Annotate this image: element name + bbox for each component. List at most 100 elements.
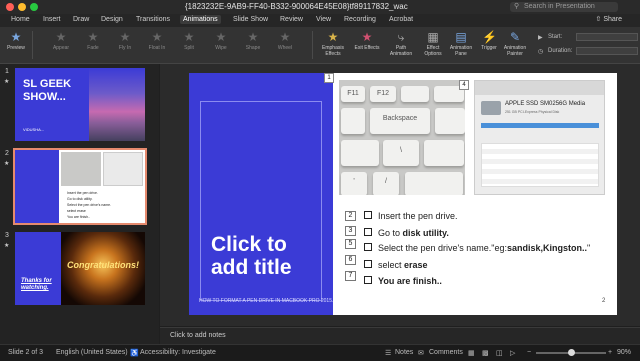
zoom-window-button[interactable]: [30, 3, 38, 11]
tab-view[interactable]: View: [313, 15, 334, 24]
step-3[interactable]: Select the pen drive's name."eg:sandisk,…: [364, 243, 590, 253]
ribbon-tabs: Home Insert Draw Design Transitions Anim…: [0, 14, 640, 27]
preview-button[interactable]: ★ Preview: [3, 30, 29, 60]
tab-insert[interactable]: Insert: [40, 15, 64, 24]
start-label: Start:: [548, 34, 563, 40]
notes-button[interactable]: Notes: [395, 349, 413, 356]
notes-pane[interactable]: Click to add notes: [160, 327, 640, 345]
comments-button[interactable]: Comments: [429, 349, 463, 356]
start-dropdown[interactable]: [576, 33, 638, 41]
divider: [32, 31, 33, 59]
comments-icon: ✉: [418, 350, 424, 357]
path-animation-button[interactable]: ⤷ Path Animation: [388, 30, 414, 60]
emphasis-effects-button[interactable]: ★ Emphasis Effects: [320, 30, 346, 60]
animation-order-badge: 4: [459, 80, 469, 90]
slide-title-placeholder[interactable]: Click to add title: [211, 233, 321, 279]
step-5[interactable]: You are finish..: [364, 276, 442, 286]
effect-label: Float In: [148, 45, 166, 51]
accessibility-icon: ♿: [130, 350, 139, 357]
step-bold: erase: [404, 260, 428, 270]
slide-page-number: 2: [602, 298, 606, 304]
thumb-purple-panel: [15, 150, 59, 223]
animation-order-badge: 2: [345, 211, 356, 221]
step-2[interactable]: Go to disk utility.: [364, 228, 449, 238]
group-label: Path Animation: [389, 45, 413, 57]
preview-label: Preview: [7, 45, 25, 51]
animation-painter-button[interactable]: ✎ Animation Painter: [502, 30, 528, 60]
effect-appear[interactable]: ★ Appear: [48, 30, 74, 60]
checkbox-bullet: [364, 260, 372, 268]
accessibility-button[interactable]: Accessibility: Investigate: [140, 349, 216, 356]
effect-wheel[interactable]: ★ Wheel: [272, 30, 298, 60]
key-slash: /: [373, 172, 399, 195]
effect-fly-in[interactable]: ★ Fly In: [112, 30, 138, 60]
thumb-number: 3: [5, 232, 9, 239]
minimize-window-button[interactable]: [18, 3, 26, 11]
zoom-in-icon[interactable]: +: [608, 349, 612, 356]
animation-pane-button[interactable]: ▤ Animation Pane: [448, 30, 474, 60]
checkbox-bullet: [364, 228, 372, 236]
key-backslash: \: [383, 140, 419, 166]
key-backspace: Backspace: [370, 108, 430, 134]
effect-wipe[interactable]: ★ Wipe: [208, 30, 234, 60]
key-blank: [341, 108, 365, 134]
key-f12: F12: [370, 86, 396, 102]
reading-view-icon[interactable]: ◫: [496, 349, 503, 357]
effect-fade[interactable]: ★ Fade: [80, 30, 106, 60]
step-bold: You are finish..: [378, 276, 442, 286]
thumb-number: 1: [5, 68, 9, 75]
step-text: Go to: [378, 228, 403, 238]
current-slide[interactable]: Click to add title HOW TO FORMAT A PEN D…: [189, 73, 617, 315]
zoom-slider-handle[interactable]: [568, 349, 575, 356]
star-icon: ★: [119, 30, 131, 44]
thumb-subtitle: VIDUSHA...: [23, 127, 45, 132]
thumb-title: SL GEEK SHOW...: [23, 78, 72, 103]
slide-show-icon[interactable]: ▷: [510, 349, 515, 357]
duration-stepper[interactable]: [576, 47, 638, 55]
key-f11: F11: [341, 86, 365, 102]
slide-thumbnail-2[interactable]: Insert the pen drive. Go to disk utility…: [13, 148, 147, 225]
animation-order-badge: 6: [345, 255, 356, 265]
tab-draw[interactable]: Draw: [70, 15, 92, 24]
effect-label: Shape: [245, 45, 261, 51]
tab-acrobat[interactable]: Acrobat: [386, 15, 416, 24]
effect-options-button[interactable]: ▦ Effect Options: [420, 30, 446, 60]
language-indicator[interactable]: English (United States): [56, 349, 128, 356]
tab-review[interactable]: Review: [277, 15, 306, 24]
tab-transitions[interactable]: Transitions: [133, 15, 173, 24]
tab-design[interactable]: Design: [98, 15, 126, 24]
normal-view-icon[interactable]: ▦: [468, 349, 475, 357]
close-window-button[interactable]: [6, 3, 14, 11]
step-4[interactable]: select erase: [364, 260, 428, 270]
slide-sorter-icon[interactable]: ▩: [482, 349, 489, 357]
share-button[interactable]: ⇧ Share: [596, 15, 623, 23]
effect-float-in[interactable]: ★ Float In: [144, 30, 170, 60]
animation-order-badge: 7: [345, 271, 356, 281]
group-label: Animation Painter: [503, 45, 527, 57]
step-1[interactable]: Insert the pen drive.: [364, 211, 458, 221]
animations-ribbon: ★ Preview ★ Appear ★ Fade ★ Fly In ★ Float In…: [0, 27, 640, 64]
star-icon: ★: [151, 30, 163, 44]
tab-slide-show[interactable]: Slide Show: [230, 15, 271, 24]
slide-footer: HOW TO FORMAT A PEN DRIVE IN MACBOOK PRO…: [199, 298, 334, 304]
zoom-out-icon[interactable]: −: [527, 349, 531, 356]
tab-animations[interactable]: Animations: [180, 15, 221, 24]
effect-split[interactable]: ★ Split: [176, 30, 202, 60]
tab-home[interactable]: Home: [8, 15, 33, 24]
slide-thumbnail-3[interactable]: Thanks for watching. Congratulations!: [15, 232, 145, 305]
step-bold: sandisk,Kingston..: [507, 243, 588, 253]
zoom-level[interactable]: 90%: [617, 349, 631, 356]
tab-recording[interactable]: Recording: [341, 15, 379, 24]
group-label: Emphasis Effects: [322, 45, 344, 57]
animation-star-icon: ★: [4, 161, 10, 167]
trigger-button[interactable]: ⚡ Trigger: [476, 30, 502, 60]
exit-effects-button[interactable]: ★ Exit Effects: [354, 30, 380, 60]
pane-icon: ▤: [455, 30, 467, 44]
effect-label: Fade: [87, 45, 99, 51]
step-text: Insert the pen drive.: [378, 211, 458, 221]
effect-shape[interactable]: ★ Shape: [240, 30, 266, 60]
key-blank: [424, 140, 464, 166]
search-input[interactable]: ⚲ Search in Presentation: [510, 2, 618, 12]
status-bar: Slide 2 of 3 English (United States) ♿ A…: [0, 344, 640, 361]
slide-thumbnail-1[interactable]: SL GEEK SHOW... VIDUSHA...: [15, 68, 145, 141]
